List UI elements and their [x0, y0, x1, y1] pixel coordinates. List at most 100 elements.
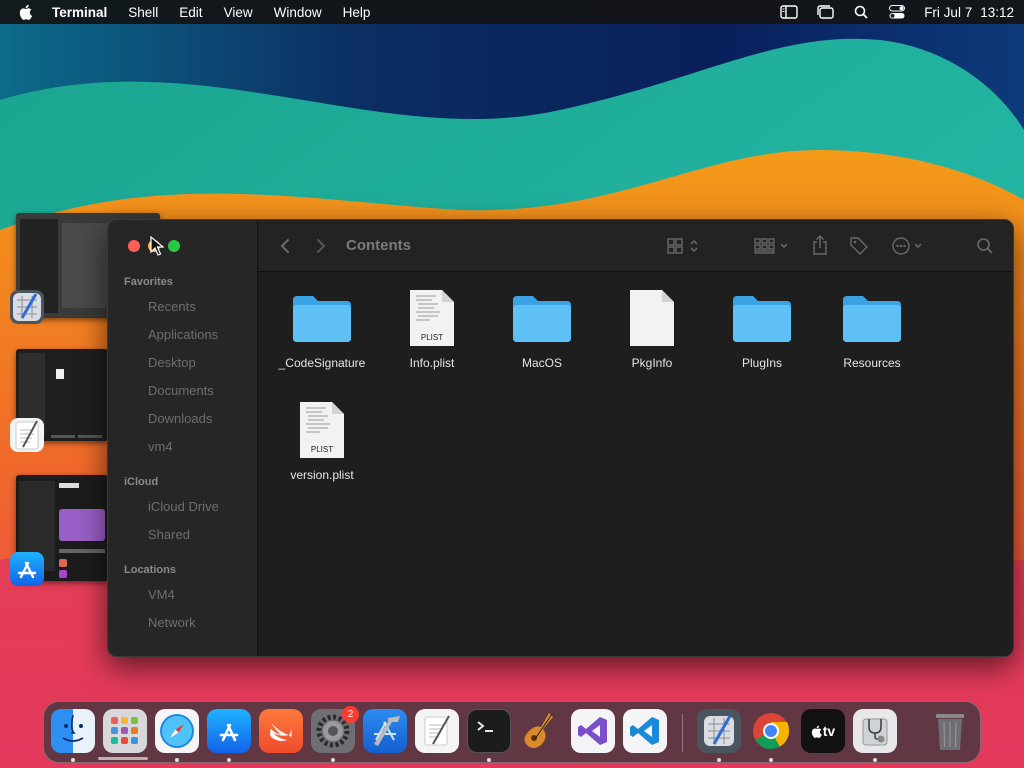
dock-trash[interactable] — [928, 709, 972, 753]
vscode-icon — [630, 717, 659, 745]
dock-instruments[interactable] — [697, 709, 741, 753]
forward-button[interactable] — [312, 236, 330, 256]
mouse-pointer-icon — [150, 235, 165, 256]
sidebar-item-icloud-drive[interactable]: iCloud Drive — [148, 499, 219, 514]
file-item-codesignature[interactable]: _CodeSignature — [267, 286, 377, 370]
sidebar-item-shared[interactable]: Shared — [148, 527, 190, 542]
safari-icon — [160, 714, 194, 748]
file-item-pkginfo[interactable]: PkgInfo — [597, 286, 707, 370]
hammer-icon — [374, 716, 400, 746]
file-item-plugins[interactable]: PlugIns — [707, 286, 817, 370]
file-name: Info.plist — [409, 356, 455, 370]
control-center-icon[interactable] — [888, 5, 906, 19]
sidebar-section-icloud: iCloud — [124, 476, 159, 488]
finder-window: Favorites Recents Applications Desktop D… — [107, 219, 1014, 657]
stethoscope-icon — [862, 718, 888, 746]
folder-icon — [730, 286, 794, 350]
file-item-resources[interactable]: Resources — [817, 286, 927, 370]
instruments-icon — [704, 715, 734, 746]
trash-icon — [936, 714, 964, 750]
view-mode-button[interactable] — [666, 236, 704, 256]
document-icon — [620, 286, 684, 350]
dock-chrome[interactable] — [749, 709, 793, 753]
dock-visual-studio[interactable] — [571, 709, 615, 753]
terminal-icon — [477, 721, 493, 732]
guitar-icon — [524, 713, 553, 748]
file-grid: _CodeSignature PLIST Info.plist MacOS Pk… — [258, 272, 1013, 656]
finder-icon — [62, 714, 84, 742]
dock-xcode[interactable] — [363, 709, 407, 753]
dock-scroll-indicator — [98, 757, 148, 760]
sidebar-item-desktop[interactable]: Desktop — [148, 355, 196, 370]
dock: 2 tv — [43, 701, 981, 763]
file-item-macos[interactable]: MacOS — [487, 286, 597, 370]
menubar-clock[interactable]: Fri Jul 7 13:12 — [924, 5, 1014, 20]
app-store-app-icon[interactable] — [10, 552, 44, 586]
window-title: Contents — [346, 237, 411, 254]
dock-apple-tv[interactable]: tv — [801, 709, 845, 753]
file-item-version-plist[interactable]: PLIST version.plist — [267, 398, 377, 482]
chrome-icon — [753, 713, 790, 749]
tag-button[interactable] — [848, 235, 870, 257]
svg-text:PLIST: PLIST — [311, 445, 333, 454]
finder-main: Contents _CodeSignature PLIST Info.plist… — [258, 220, 1013, 656]
back-button[interactable] — [276, 236, 294, 256]
menu-window[interactable]: Window — [274, 5, 322, 20]
sidebar-item-downloads[interactable]: Downloads — [148, 411, 212, 426]
launchpad-icon — [111, 717, 138, 744]
dock-swift-playgrounds[interactable] — [259, 709, 303, 753]
dock-app-store[interactable] — [207, 709, 251, 753]
finder-toolbar: Contents — [258, 220, 1013, 272]
textedit-app-icon[interactable] — [10, 418, 44, 452]
menu-shell[interactable]: Shell — [128, 5, 158, 20]
dock-safari[interactable] — [155, 709, 199, 753]
menu-edit[interactable]: Edit — [179, 5, 202, 20]
app-store-icon — [219, 723, 239, 742]
dock-separator — [682, 714, 683, 752]
stage-manager-icon[interactable] — [816, 5, 834, 19]
svg-text:PLIST: PLIST — [421, 333, 443, 342]
dock-disk-utility[interactable] — [853, 709, 897, 753]
file-name: MacOS — [521, 356, 562, 370]
file-name: _CodeSignature — [278, 356, 366, 370]
textedit-icon — [424, 715, 450, 746]
menubar-time: 13:12 — [980, 4, 1014, 20]
folder-icon — [510, 286, 574, 350]
plist-file-icon: PLIST — [400, 286, 464, 350]
instruments-app-icon[interactable] — [10, 290, 44, 324]
menubar-date: Fri Jul 7 — [924, 4, 973, 20]
dock-finder[interactable] — [51, 709, 95, 753]
file-item-info-plist[interactable]: PLIST Info.plist — [377, 286, 487, 370]
menu-view[interactable]: View — [224, 5, 253, 20]
dock-launchpad[interactable] — [103, 709, 147, 753]
group-by-button[interactable] — [754, 236, 790, 256]
zoom-button[interactable] — [168, 240, 180, 252]
notification-badge: 2 — [342, 706, 359, 723]
menu-app-terminal[interactable]: Terminal — [52, 5, 107, 20]
apple-tv-label: tv — [822, 723, 836, 739]
dock-textedit[interactable] — [415, 709, 459, 753]
sidebar-section-locations: Locations — [124, 564, 176, 576]
dock-terminal[interactable] — [467, 709, 511, 753]
sidebar-item-vm4[interactable]: vm4 — [148, 439, 173, 454]
sidebar-item-documents[interactable]: Documents — [148, 383, 214, 398]
apple-menu-icon[interactable] — [18, 4, 34, 20]
dock-garageband[interactable] — [519, 709, 563, 753]
sidebar-item-vm4-disk[interactable]: VM4 — [148, 587, 175, 602]
spotlight-search-icon[interactable] — [852, 5, 870, 19]
sidebar-item-applications[interactable]: Applications — [148, 327, 218, 342]
folder-icon — [290, 286, 354, 350]
swift-icon — [270, 723, 292, 741]
file-name: PkgInfo — [631, 356, 673, 370]
dock-vscode[interactable] — [623, 709, 667, 753]
search-icon[interactable] — [974, 236, 996, 256]
dock-system-settings[interactable]: 2 — [311, 706, 359, 753]
menu-help[interactable]: Help — [343, 5, 371, 20]
close-button[interactable] — [128, 240, 140, 252]
more-actions-button[interactable] — [890, 235, 928, 257]
sidebar-item-network[interactable]: Network — [148, 615, 196, 630]
sidebar-item-recents[interactable]: Recents — [148, 299, 196, 314]
sidebar-icon[interactable] — [780, 5, 798, 19]
plist-file-icon: PLIST — [290, 398, 354, 462]
share-button[interactable] — [810, 234, 830, 256]
